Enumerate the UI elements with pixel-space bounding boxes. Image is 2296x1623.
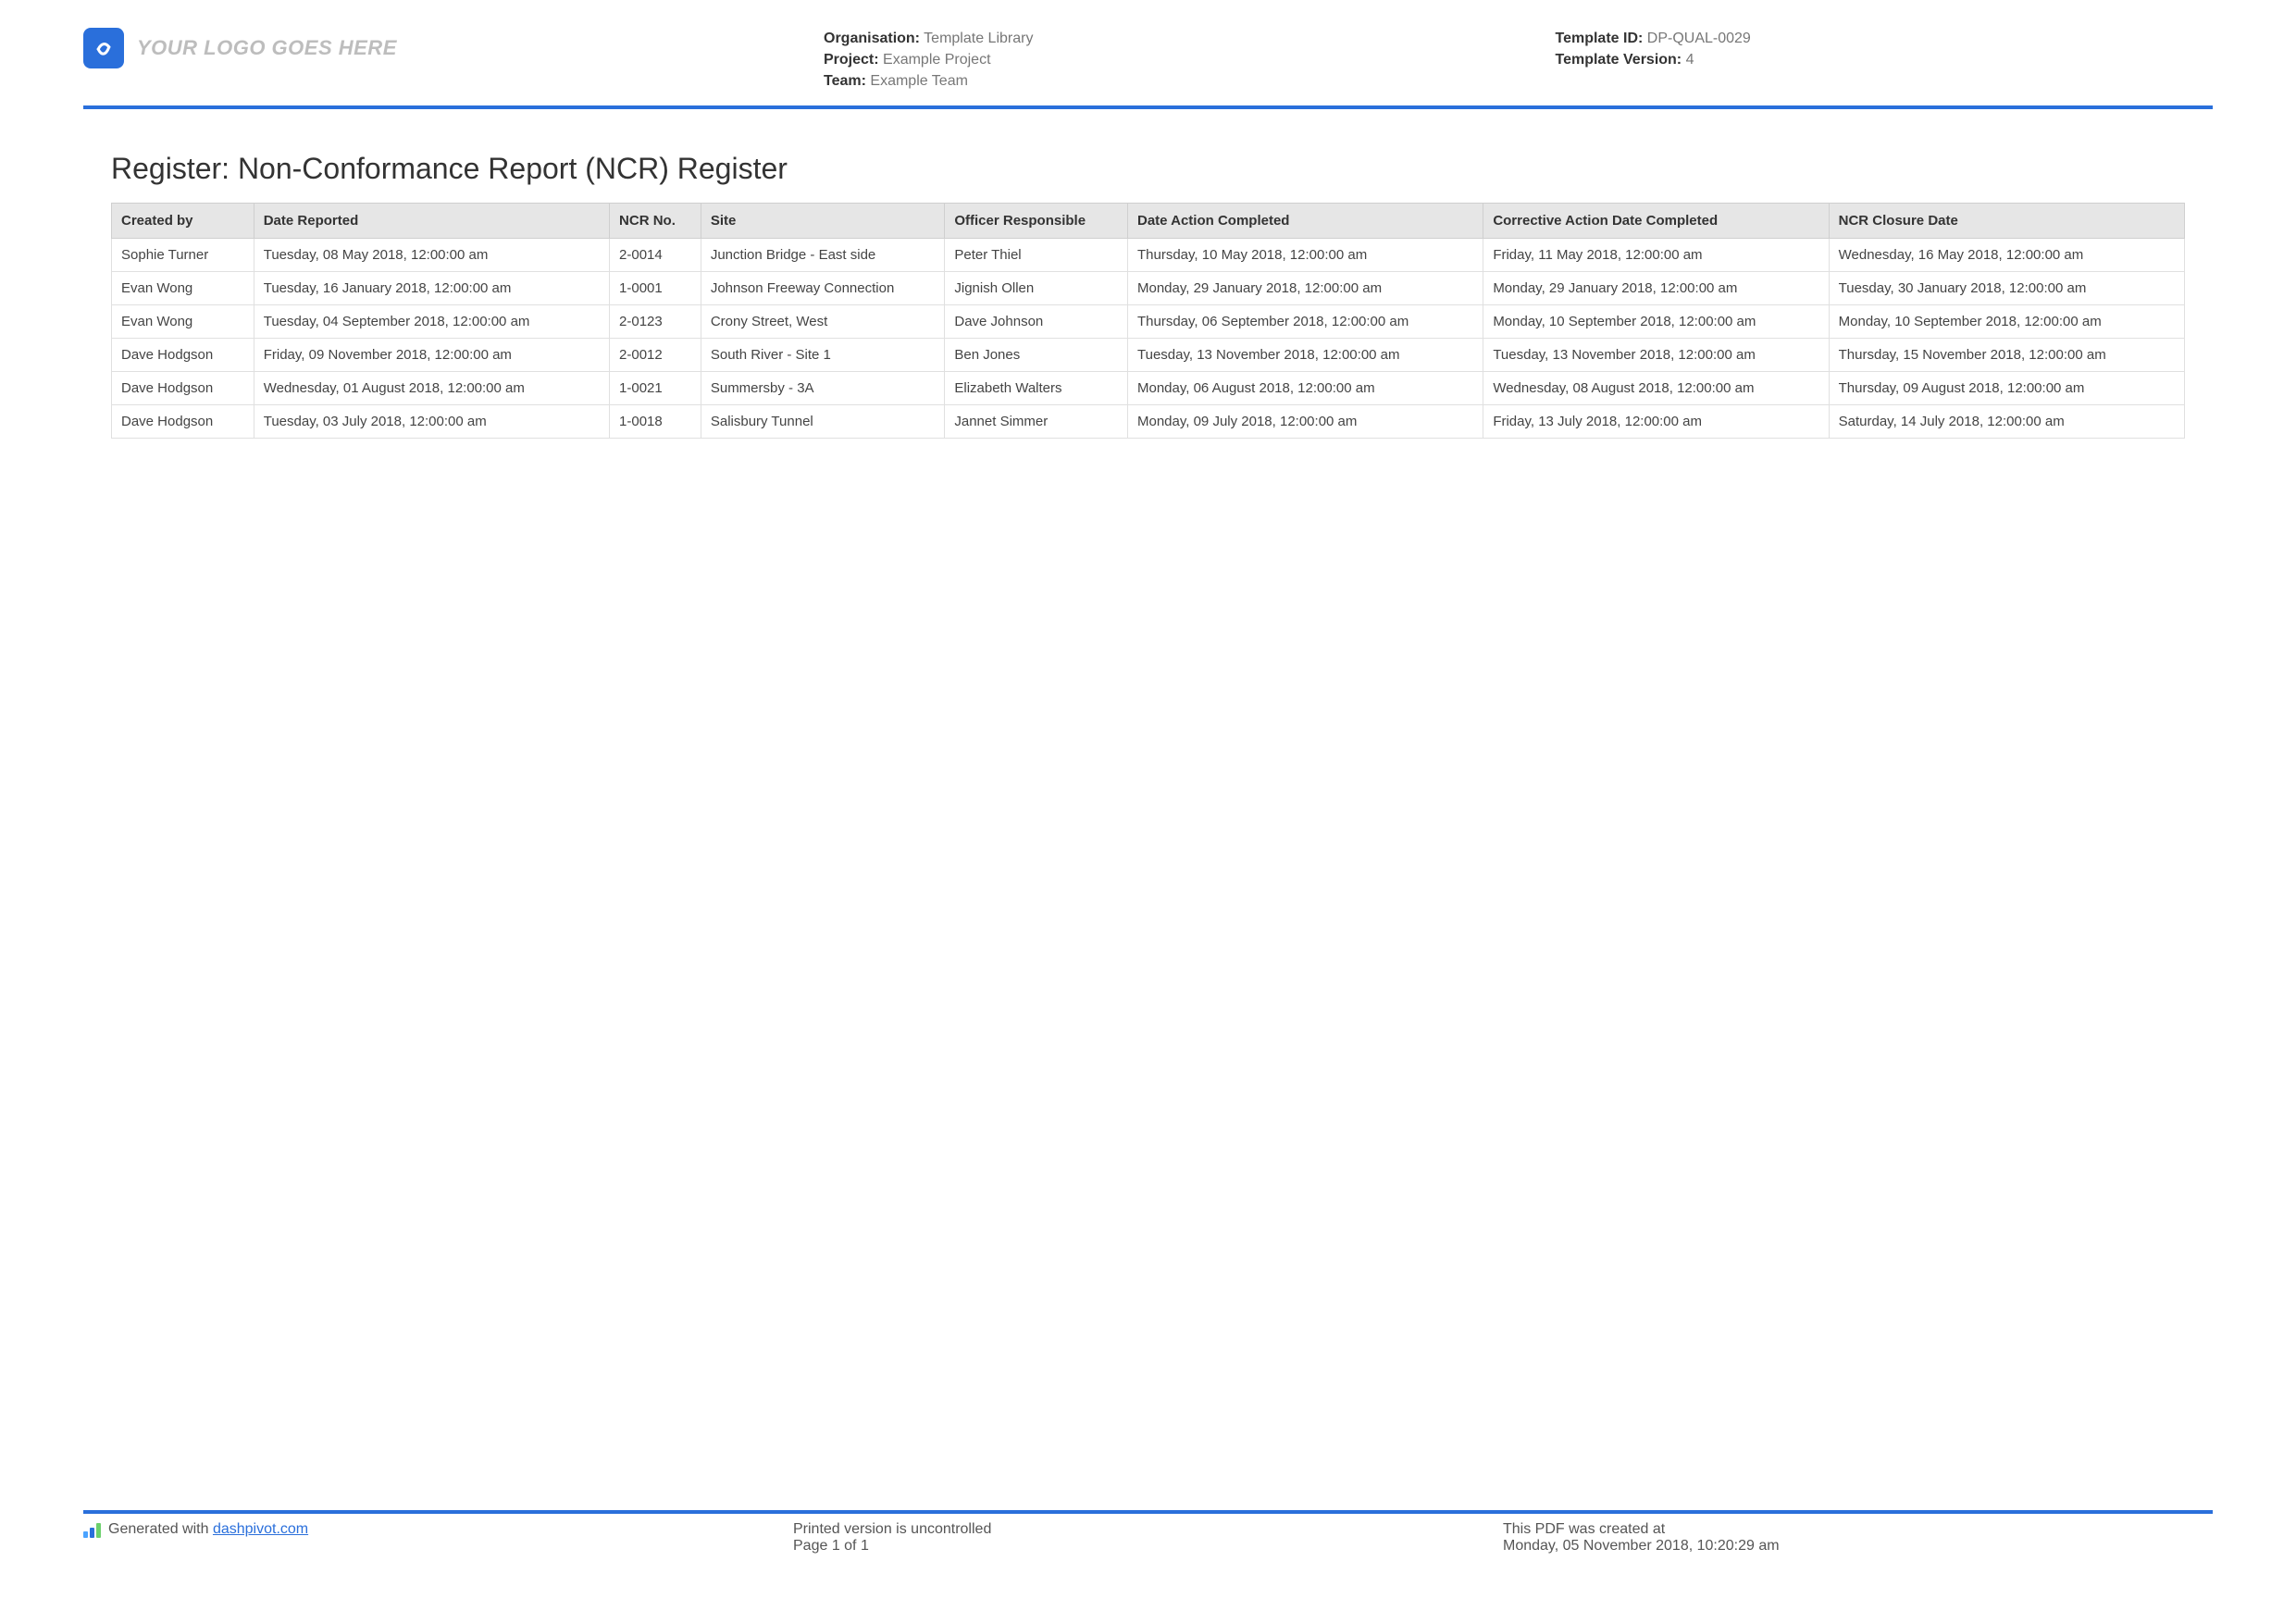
cell-date-reported: Friday, 09 November 2018, 12:00:00 am (254, 338, 609, 371)
cell-officer: Ben Jones (945, 338, 1128, 371)
cell-ncr-no: 1-0001 (610, 271, 701, 304)
col-officer-responsible: Officer Responsible (945, 203, 1128, 238)
template-id-value: DP-QUAL-0029 (1647, 31, 1751, 46)
content-area: Register: Non-Conformance Report (NCR) R… (83, 109, 2213, 439)
cell-date-reported: Tuesday, 04 September 2018, 12:00:00 am (254, 304, 609, 338)
cell-site: Salisbury Tunnel (701, 404, 945, 438)
footer-right: This PDF was created at Monday, 05 Novem… (1503, 1521, 2213, 1555)
footer: Generated with dashpivot.com Printed ver… (83, 1510, 2213, 1555)
cell-date-reported: Wednesday, 01 August 2018, 12:00:00 am (254, 371, 609, 404)
table-row: Evan WongTuesday, 04 September 2018, 12:… (112, 304, 2185, 338)
cell-site: South River - Site 1 (701, 338, 945, 371)
table-row: Dave HodgsonFriday, 09 November 2018, 12… (112, 338, 2185, 371)
col-date-reported: Date Reported (254, 203, 609, 238)
team-value: Example Team (870, 73, 968, 89)
cell-date-reported: Tuesday, 08 May 2018, 12:00:00 am (254, 238, 609, 271)
bars-icon (83, 1523, 101, 1538)
col-ncr-no: NCR No. (610, 203, 701, 238)
cell-date-action: Monday, 09 July 2018, 12:00:00 am (1128, 404, 1483, 438)
cell-date-action: Thursday, 10 May 2018, 12:00:00 am (1128, 238, 1483, 271)
generated-prefix: Generated with (108, 1521, 213, 1537)
cell-ncr-no: 2-0123 (610, 304, 701, 338)
template-version-value: 4 (1686, 52, 1694, 68)
table-row: Dave HodgsonTuesday, 03 July 2018, 12:00… (112, 404, 2185, 438)
cell-site: Johnson Freeway Connection (701, 271, 945, 304)
cell-corrective-date: Friday, 11 May 2018, 12:00:00 am (1483, 238, 1829, 271)
header-meta-right: Template ID: DP-QUAL-0029 Template Versi… (1519, 28, 2214, 70)
template-id-label: Template ID: (1556, 31, 1644, 46)
cell-date-action: Tuesday, 13 November 2018, 12:00:00 am (1128, 338, 1483, 371)
cell-closure-date: Tuesday, 30 January 2018, 12:00:00 am (1829, 271, 2184, 304)
cell-date-action: Monday, 06 August 2018, 12:00:00 am (1128, 371, 1483, 404)
cell-closure-date: Thursday, 09 August 2018, 12:00:00 am (1829, 371, 2184, 404)
dashpivot-link[interactable]: dashpivot.com (213, 1521, 308, 1537)
template-version-label: Template Version: (1556, 52, 1682, 68)
created-at-label: This PDF was created at (1503, 1521, 2213, 1538)
cell-officer: Jignish Ollen (945, 271, 1128, 304)
project-value: Example Project (883, 52, 991, 68)
cell-corrective-date: Monday, 29 January 2018, 12:00:00 am (1483, 271, 1829, 304)
col-corrective-action-date: Corrective Action Date Completed (1483, 203, 1829, 238)
cell-ncr-no: 2-0014 (610, 238, 701, 271)
team-label: Team: (824, 73, 866, 89)
cell-created-by: Dave Hodgson (112, 371, 254, 404)
header-meta-center: Organisation: Template Library Project: … (676, 28, 1482, 93)
project-label: Project: (824, 52, 879, 68)
cell-closure-date: Monday, 10 September 2018, 12:00:00 am (1829, 304, 2184, 338)
cell-created-by: Dave Hodgson (112, 404, 254, 438)
cell-closure-date: Wednesday, 16 May 2018, 12:00:00 am (1829, 238, 2184, 271)
register-table: Created by Date Reported NCR No. Site Of… (111, 203, 2185, 439)
header: YOUR LOGO GOES HERE Organisation: Templa… (83, 28, 2213, 109)
cell-closure-date: Saturday, 14 July 2018, 12:00:00 am (1829, 404, 2184, 438)
cell-corrective-date: Tuesday, 13 November 2018, 12:00:00 am (1483, 338, 1829, 371)
cell-date-action: Thursday, 06 September 2018, 12:00:00 am (1128, 304, 1483, 338)
cell-date-action: Monday, 29 January 2018, 12:00:00 am (1128, 271, 1483, 304)
cell-site: Crony Street, West (701, 304, 945, 338)
logo-placeholder-text: YOUR LOGO GOES HERE (137, 36, 397, 60)
cell-created-by: Dave Hodgson (112, 338, 254, 371)
cell-officer: Peter Thiel (945, 238, 1128, 271)
organisation-value: Template Library (924, 31, 1033, 46)
logo-icon (83, 28, 124, 68)
table-row: Evan WongTuesday, 16 January 2018, 12:00… (112, 271, 2185, 304)
logo-block: YOUR LOGO GOES HERE (83, 28, 639, 68)
cell-site: Junction Bridge - East side (701, 238, 945, 271)
page-of: Page 1 of 1 (793, 1538, 1503, 1555)
cell-created-by: Sophie Turner (112, 238, 254, 271)
cell-corrective-date: Friday, 13 July 2018, 12:00:00 am (1483, 404, 1829, 438)
cell-date-reported: Tuesday, 16 January 2018, 12:00:00 am (254, 271, 609, 304)
table-header: Created by Date Reported NCR No. Site Of… (112, 203, 2185, 238)
col-site: Site (701, 203, 945, 238)
table-body: Sophie TurnerTuesday, 08 May 2018, 12:00… (112, 238, 2185, 438)
cell-officer: Dave Johnson (945, 304, 1128, 338)
cell-date-reported: Tuesday, 03 July 2018, 12:00:00 am (254, 404, 609, 438)
cell-closure-date: Thursday, 15 November 2018, 12:00:00 am (1829, 338, 2184, 371)
cell-created-by: Evan Wong (112, 304, 254, 338)
cell-corrective-date: Monday, 10 September 2018, 12:00:00 am (1483, 304, 1829, 338)
col-created-by: Created by (112, 203, 254, 238)
col-date-action-completed: Date Action Completed (1128, 203, 1483, 238)
footer-left: Generated with dashpivot.com (83, 1521, 793, 1555)
uncontrolled-note: Printed version is uncontrolled (793, 1521, 1503, 1538)
col-ncr-closure-date: NCR Closure Date (1829, 203, 2184, 238)
cell-created-by: Evan Wong (112, 271, 254, 304)
page: YOUR LOGO GOES HERE Organisation: Templa… (0, 0, 2296, 1623)
page-title: Register: Non-Conformance Report (NCR) R… (111, 152, 2185, 186)
cell-ncr-no: 2-0012 (610, 338, 701, 371)
cell-ncr-no: 1-0018 (610, 404, 701, 438)
cell-site: Summersby - 3A (701, 371, 945, 404)
footer-center: Printed version is uncontrolled Page 1 o… (793, 1521, 1503, 1555)
table-row: Dave HodgsonWednesday, 01 August 2018, 1… (112, 371, 2185, 404)
cell-corrective-date: Wednesday, 08 August 2018, 12:00:00 am (1483, 371, 1829, 404)
cell-officer: Jannet Simmer (945, 404, 1128, 438)
organisation-label: Organisation: (824, 31, 920, 46)
cell-ncr-no: 1-0021 (610, 371, 701, 404)
cell-officer: Elizabeth Walters (945, 371, 1128, 404)
created-at-value: Monday, 05 November 2018, 10:20:29 am (1503, 1538, 2213, 1555)
table-row: Sophie TurnerTuesday, 08 May 2018, 12:00… (112, 238, 2185, 271)
